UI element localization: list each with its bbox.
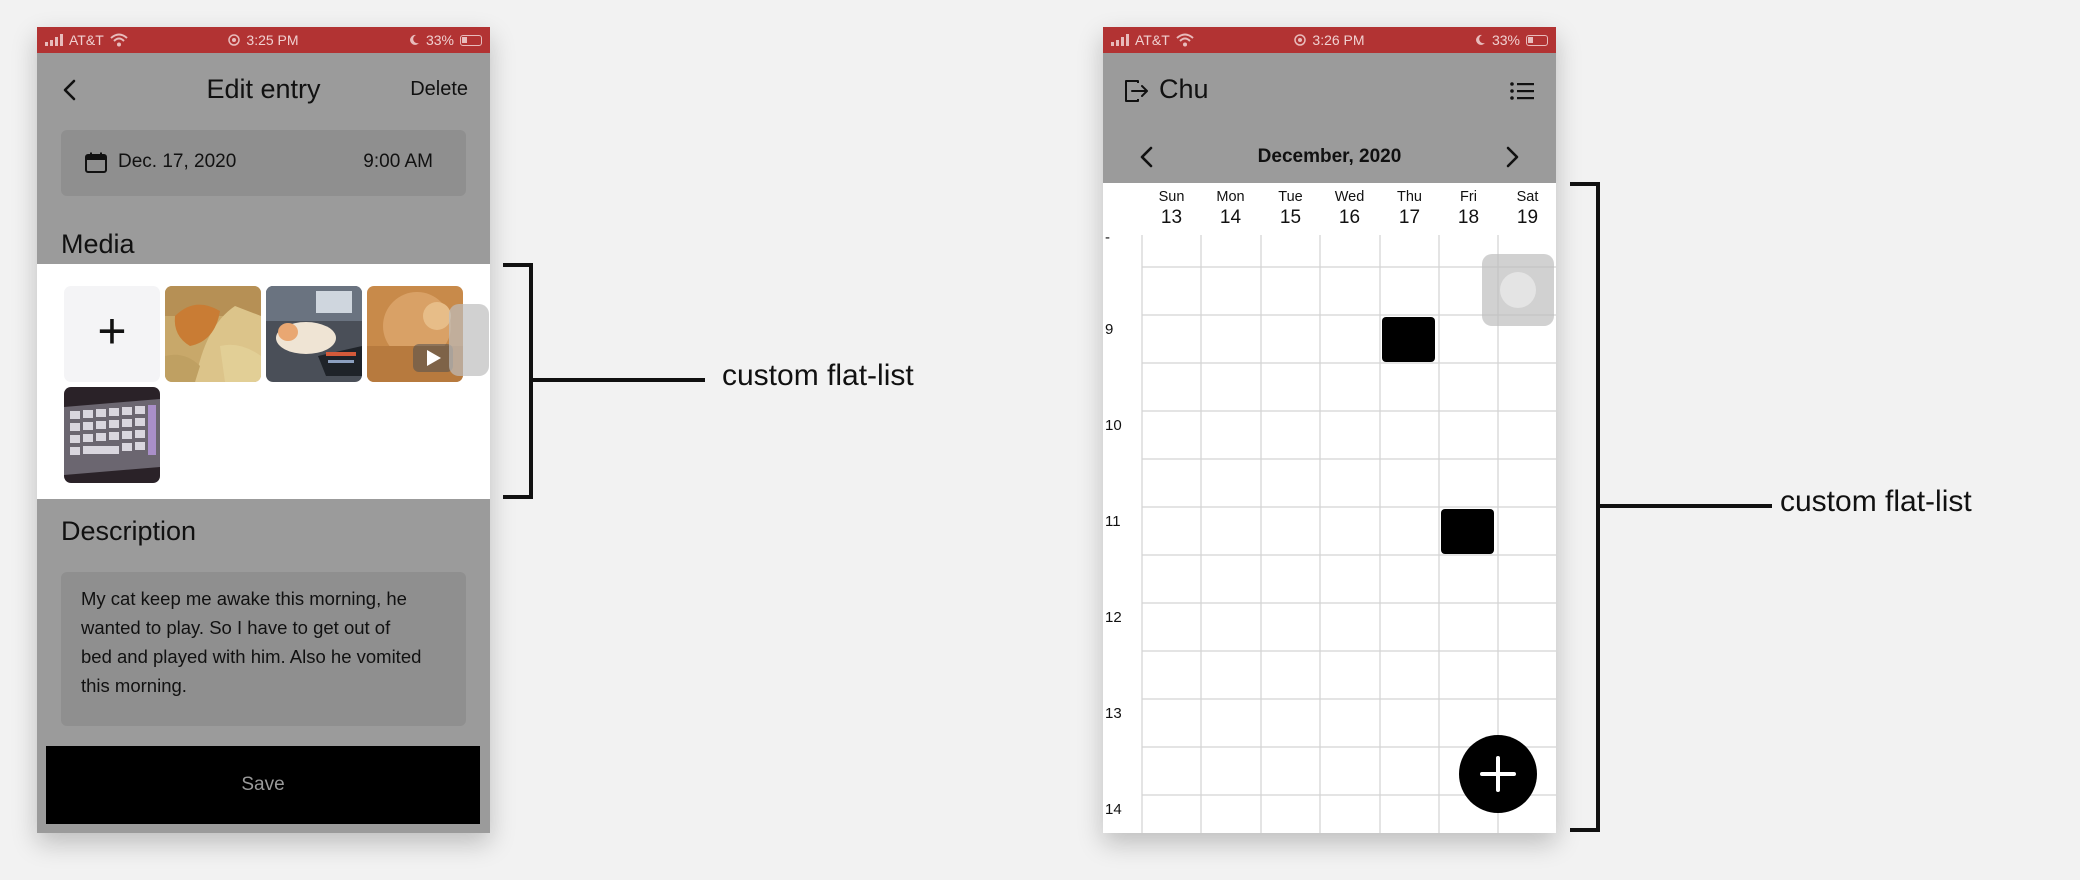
status-bar: AT&T 3:25 PM 33% bbox=[37, 27, 490, 53]
description-line: bed and played with him. Also he vomited bbox=[81, 646, 422, 667]
battery-icon bbox=[1526, 34, 1548, 46]
back-button[interactable] bbox=[55, 75, 85, 105]
time-value: 9:00 AM bbox=[363, 151, 433, 172]
hour-label: - bbox=[1105, 229, 1110, 246]
moon-icon bbox=[1476, 34, 1485, 45]
media-thumbnail-photo[interactable] bbox=[64, 387, 160, 483]
cat-photo-icon bbox=[165, 286, 261, 382]
description-line: My cat keep me awake this morning, he bbox=[81, 588, 407, 609]
annotation-line bbox=[1600, 504, 1772, 508]
hour-label: 11 bbox=[1105, 513, 1121, 530]
media-section-title: Media bbox=[61, 229, 135, 259]
day-header-tue: Tue 15 bbox=[1278, 189, 1303, 228]
day-header-wed: Wed 16 bbox=[1334, 189, 1365, 228]
date-value: Dec. 17, 2020 bbox=[118, 151, 237, 172]
location-icon bbox=[1294, 34, 1307, 46]
battery-percent: 33% bbox=[425, 32, 454, 48]
calendar-screen: AT&T 3:26 PM 33% Chu December, 2020 Sun … bbox=[1103, 27, 1556, 833]
touch-indicator bbox=[1500, 272, 1536, 308]
description-section-title: Description bbox=[61, 516, 197, 546]
user-name: Chu bbox=[1159, 74, 1209, 104]
edit-entry-screen: AT&T 3:25 PM 33% Edit entry Delete Dec. … bbox=[37, 27, 490, 833]
annotation-label: custom flat-list bbox=[722, 359, 914, 392]
drag-handle[interactable] bbox=[1482, 254, 1554, 326]
media-flat-list[interactable]: + bbox=[37, 264, 490, 499]
day-header-thu: Thu 17 bbox=[1397, 189, 1422, 228]
plus-icon bbox=[1480, 756, 1516, 792]
calendar-event[interactable] bbox=[1441, 509, 1494, 554]
hour-label: 10 bbox=[1105, 417, 1122, 434]
plus-icon: + bbox=[97, 303, 127, 359]
delete-button[interactable]: Delete bbox=[410, 78, 468, 101]
battery-icon bbox=[460, 34, 482, 46]
drag-handle[interactable] bbox=[449, 304, 489, 376]
description-line: wanted to play. So I have to get out of bbox=[81, 617, 391, 638]
calendar-flat-list[interactable]: Sun 13 Mon 14 Tue 15 Wed 16 Thu 17 Fri 18 Sat 1… bbox=[1103, 183, 1556, 833]
day-header-fri: Fri 18 bbox=[1457, 189, 1480, 228]
day-header-sat: Sat 19 bbox=[1516, 189, 1539, 228]
chevron-right-icon[interactable] bbox=[1502, 145, 1522, 169]
annotation-bracket bbox=[503, 263, 533, 499]
hour-label: 12 bbox=[1105, 609, 1122, 626]
status-time: 3:26 PM bbox=[1312, 32, 1365, 48]
annotation-line bbox=[533, 378, 705, 382]
annotation-bracket bbox=[1570, 182, 1600, 832]
chevron-left-icon[interactable] bbox=[1137, 145, 1157, 169]
list-icon[interactable] bbox=[1510, 81, 1534, 101]
calendar-event[interactable] bbox=[1382, 317, 1435, 362]
annotation-label: custom flat-list bbox=[1780, 485, 1972, 518]
logout-icon[interactable] bbox=[1123, 78, 1149, 104]
status-bar: AT&T 3:26 PM 33% bbox=[1103, 27, 1556, 53]
description-textarea[interactable]: My cat keep me awake this morning, he wa… bbox=[61, 572, 466, 726]
calendar-icon bbox=[85, 152, 107, 173]
location-icon bbox=[228, 34, 241, 46]
header: Edit entry Delete bbox=[37, 53, 490, 125]
media-thumbnail-photo[interactable] bbox=[266, 286, 362, 382]
add-media-button[interactable]: + bbox=[64, 286, 160, 382]
day-header-sun: Sun 13 bbox=[1158, 189, 1185, 228]
month-title: December, 2020 bbox=[1257, 146, 1402, 167]
save-button[interactable]: Save bbox=[46, 746, 480, 824]
battery-percent: 33% bbox=[1491, 32, 1520, 48]
description-line: this morning. bbox=[81, 675, 187, 696]
status-time: 3:25 PM bbox=[246, 32, 299, 48]
add-entry-button[interactable] bbox=[1459, 735, 1537, 813]
media-thumbnail-photo[interactable] bbox=[165, 286, 261, 382]
day-header-mon: Mon 14 bbox=[1216, 189, 1245, 228]
hour-label: 13 bbox=[1105, 705, 1122, 722]
datetime-picker[interactable]: Dec. 17, 2020 9:00 AM bbox=[61, 130, 466, 196]
moon-icon bbox=[410, 34, 419, 45]
hour-label: 14 bbox=[1105, 801, 1122, 818]
keyboard-photo-icon bbox=[64, 387, 160, 483]
hour-label: 9 bbox=[1105, 321, 1114, 338]
cat-photo-icon bbox=[266, 286, 362, 382]
